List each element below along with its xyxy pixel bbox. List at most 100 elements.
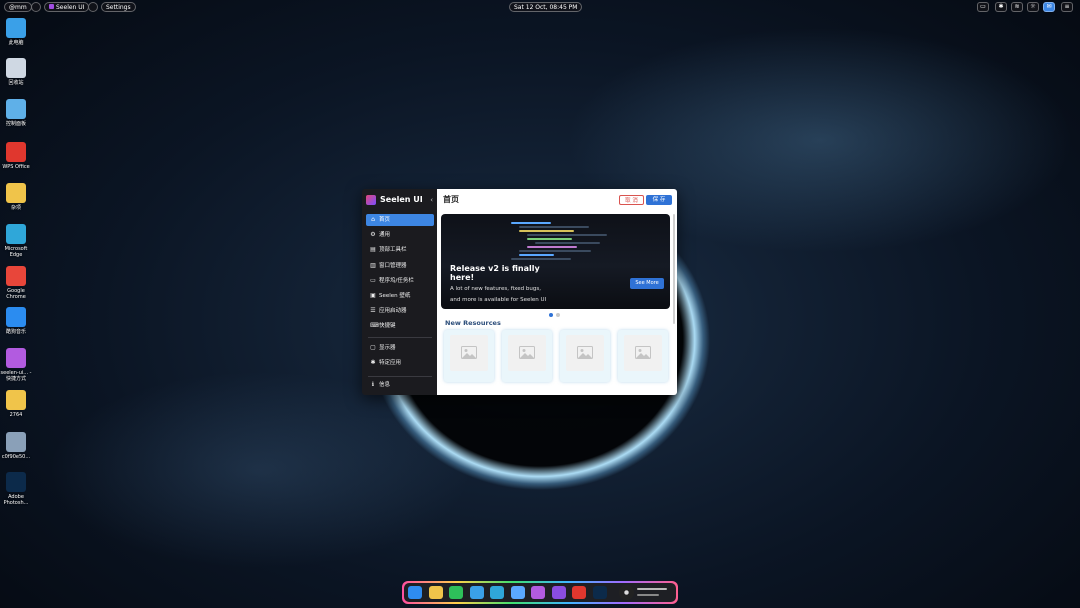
desktop-icon-label: 回收站 [8, 80, 24, 86]
sidebar-divider [368, 376, 432, 377]
photoshop-icon[interactable] [592, 586, 607, 599]
chrome-icon [6, 266, 26, 286]
image-placeholder-icon [450, 335, 488, 371]
clock[interactable]: Sat 12 Oct, 08:45 PM [509, 2, 583, 12]
dock-inner [404, 583, 676, 602]
sidebar: Seelen UI ‹ ⌂ 首页 ⚙ 通用 ▤ 顶部工具栏 ▥ 窗口管理器 ▭ 程序坞/任务栏 ▣ S… [362, 189, 437, 395]
resource-card[interactable] [502, 330, 552, 382]
desktop-icon[interactable]: Microsoft Edge [0, 224, 32, 258]
cancel-button[interactable]: 取 消 [619, 195, 644, 205]
focused-app-label: Seelen UI [56, 4, 85, 11]
save-button[interactable]: 保 存 [646, 195, 672, 205]
sidebar-item-label: 快捷键 [379, 323, 396, 330]
scrollbar[interactable] [673, 214, 675, 324]
onedrive-icon[interactable] [510, 586, 525, 599]
sidebar-item-gear[interactable]: ⚙ 通用 [366, 229, 434, 241]
sidebar-item-shortcuts[interactable]: ⌨快捷键 [366, 320, 434, 332]
sidebar-item-label: Seelen 壁纸 [379, 293, 411, 299]
focused-window-pill[interactable]: Settings [101, 2, 136, 12]
sidebar-item-dock[interactable]: ▭ 程序坞/任务栏 [366, 275, 434, 287]
wifi-icon[interactable]: ≋ [1011, 2, 1023, 12]
seelen-ui-icon[interactable] [551, 586, 566, 599]
sidebar-item-specific-apps[interactable]: ✱ 特定应用 [366, 357, 434, 369]
resource-card[interactable] [618, 330, 668, 382]
sidebar-item-launcher[interactable]: ☰ 应用启动器 [366, 305, 434, 317]
carousel-dot[interactable] [556, 313, 560, 317]
dock-icon: ▭ [370, 276, 376, 284]
settings-icon[interactable]: ≡ [1061, 2, 1073, 12]
toolbar-icon: ▤ [370, 246, 376, 254]
resource-card[interactable] [444, 330, 494, 382]
desktop-icon-label: 2764 [9, 412, 23, 418]
desktop-icon[interactable]: c0f90e50... [0, 432, 32, 460]
bluetooth-icon[interactable]: ✱ [995, 2, 1007, 12]
specific-apps-icon: ✱ [370, 359, 376, 366]
desktop-icon-label: Microsoft Edge [4, 246, 28, 258]
file-explorer-icon[interactable] [428, 586, 443, 599]
folder-icon [6, 390, 26, 410]
photos-icon[interactable] [469, 586, 484, 599]
info-icon: ℹ [371, 381, 375, 388]
code-screenshot [511, 222, 611, 270]
desktop-icon[interactable]: WPS Office [0, 142, 32, 170]
notification-icon[interactable]: ✉ [1043, 2, 1055, 12]
desktop-icon-label: c0f90e50... [1, 454, 31, 460]
affinity-icon[interactable] [531, 586, 545, 599]
recycle-bin-icon [6, 58, 26, 78]
top-bar: @mm Seelen UI Settings Sat 12 Oct, 08:45… [0, 0, 1080, 14]
wechat-icon[interactable] [449, 586, 463, 599]
sidebar-item-label: 应用启动器 [379, 308, 407, 315]
sidebar-item-wallpaper[interactable]: ▣ Seelen 壁纸 [366, 290, 434, 302]
desktop-icon[interactable]: Google Chrome [0, 266, 32, 300]
sidebar-item-toolbar[interactable]: ▤ 顶部工具栏 [366, 244, 434, 256]
window-manager-icon: ▥ [370, 261, 376, 269]
user-pill[interactable]: @mm [4, 2, 32, 12]
windows-start-icon[interactable] [408, 586, 422, 599]
desktop-icon[interactable]: 2764 [0, 390, 32, 418]
home-icon: ⌂ [371, 216, 375, 223]
desktop-icon[interactable]: 酷狗音乐 [0, 307, 32, 335]
desktop-icon-label: 杂项 [10, 205, 21, 211]
section-title: New Resources [445, 319, 501, 327]
wallpaper-icon: ▣ [370, 292, 376, 299]
main-panel: 首页 取 消 保 存 Release v2 is finally here! A… [437, 189, 677, 395]
banner-description-line: A lot of new features, fixed bugs, [450, 286, 541, 292]
see-more-button[interactable]: See More [630, 278, 664, 289]
desktop-icon[interactable]: seelen-ui... - 快捷方式 [0, 348, 32, 382]
wps-office-icon[interactable] [572, 586, 586, 599]
collapse-sidebar-icon[interactable]: ‹ [430, 194, 433, 206]
desktop-icon[interactable]: Adobe Photosh... [0, 472, 32, 506]
sidebar-item-label: 顶部工具栏 [379, 247, 407, 254]
sidebar-item-info[interactable]: ℹ 信息 [366, 379, 434, 391]
desktop-icon[interactable]: 此电脑 [0, 18, 32, 46]
media-player[interactable] [619, 585, 674, 600]
keyboard-icon[interactable]: ▭ [977, 2, 989, 12]
desktop-icon-label: Adobe Photosh... [3, 494, 29, 506]
sidebar-item-label: 通用 [379, 232, 391, 239]
page-title: 首页 [443, 195, 459, 204]
sidebar-item-monitor[interactable]: ▢ 显示器 [366, 342, 434, 354]
edge-icon[interactable] [490, 586, 504, 599]
desktop-icon[interactable]: 杂项 [0, 183, 32, 211]
brightness-icon[interactable]: ☼ [1027, 2, 1039, 12]
desktop-icon[interactable]: 控制面板 [0, 99, 32, 127]
seelen-logo-icon [366, 195, 376, 205]
seelen-ui-icon [49, 4, 54, 9]
sidebar-item-window-manager[interactable]: ▥ 窗口管理器 [366, 260, 434, 272]
desktop-icon-label: seelen-ui... - 快捷方式 [0, 370, 32, 382]
sidebar-title: Seelen UI [380, 195, 423, 204]
wps-office-icon [6, 142, 26, 162]
focused-app-pill[interactable]: Seelen UI [44, 2, 90, 12]
shortcuts-icon: ⌨ [370, 322, 379, 330]
sidebar-item-label: 特定应用 [379, 360, 402, 366]
dot-pill[interactable] [88, 2, 98, 12]
carousel-dot-active[interactable] [549, 313, 553, 317]
album-disc-icon [619, 585, 634, 600]
launcher-icon: ☰ [370, 307, 376, 315]
desktop-icon[interactable]: 回收站 [0, 58, 32, 86]
resource-card[interactable] [560, 330, 610, 382]
release-banner[interactable]: Release v2 is finally here! A lot of new… [441, 214, 670, 309]
image-placeholder-icon [624, 335, 662, 371]
sidebar-item-label: 信息 [379, 382, 391, 388]
sidebar-item-home[interactable]: ⌂ 首页 [366, 214, 434, 226]
